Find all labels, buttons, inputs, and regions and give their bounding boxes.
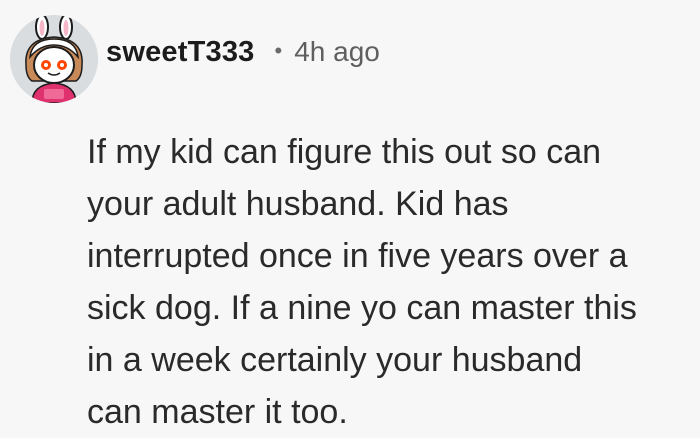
meta-separator: • — [274, 38, 283, 63]
comment: sweetT333 • 4h ago If my kid can figure … — [0, 0, 700, 438]
timestamp[interactable]: 4h ago — [294, 36, 380, 68]
comment-body: If my kid can figure this out so can you… — [87, 133, 637, 431]
snoo-bunny-avatar-icon — [10, 15, 98, 103]
comment-meta: sweetT333 • 4h ago — [106, 32, 380, 72]
avatar[interactable] — [10, 15, 98, 103]
comment-header: sweetT333 • 4h ago — [10, 14, 380, 104]
username-link[interactable]: sweetT333 — [106, 36, 255, 69]
